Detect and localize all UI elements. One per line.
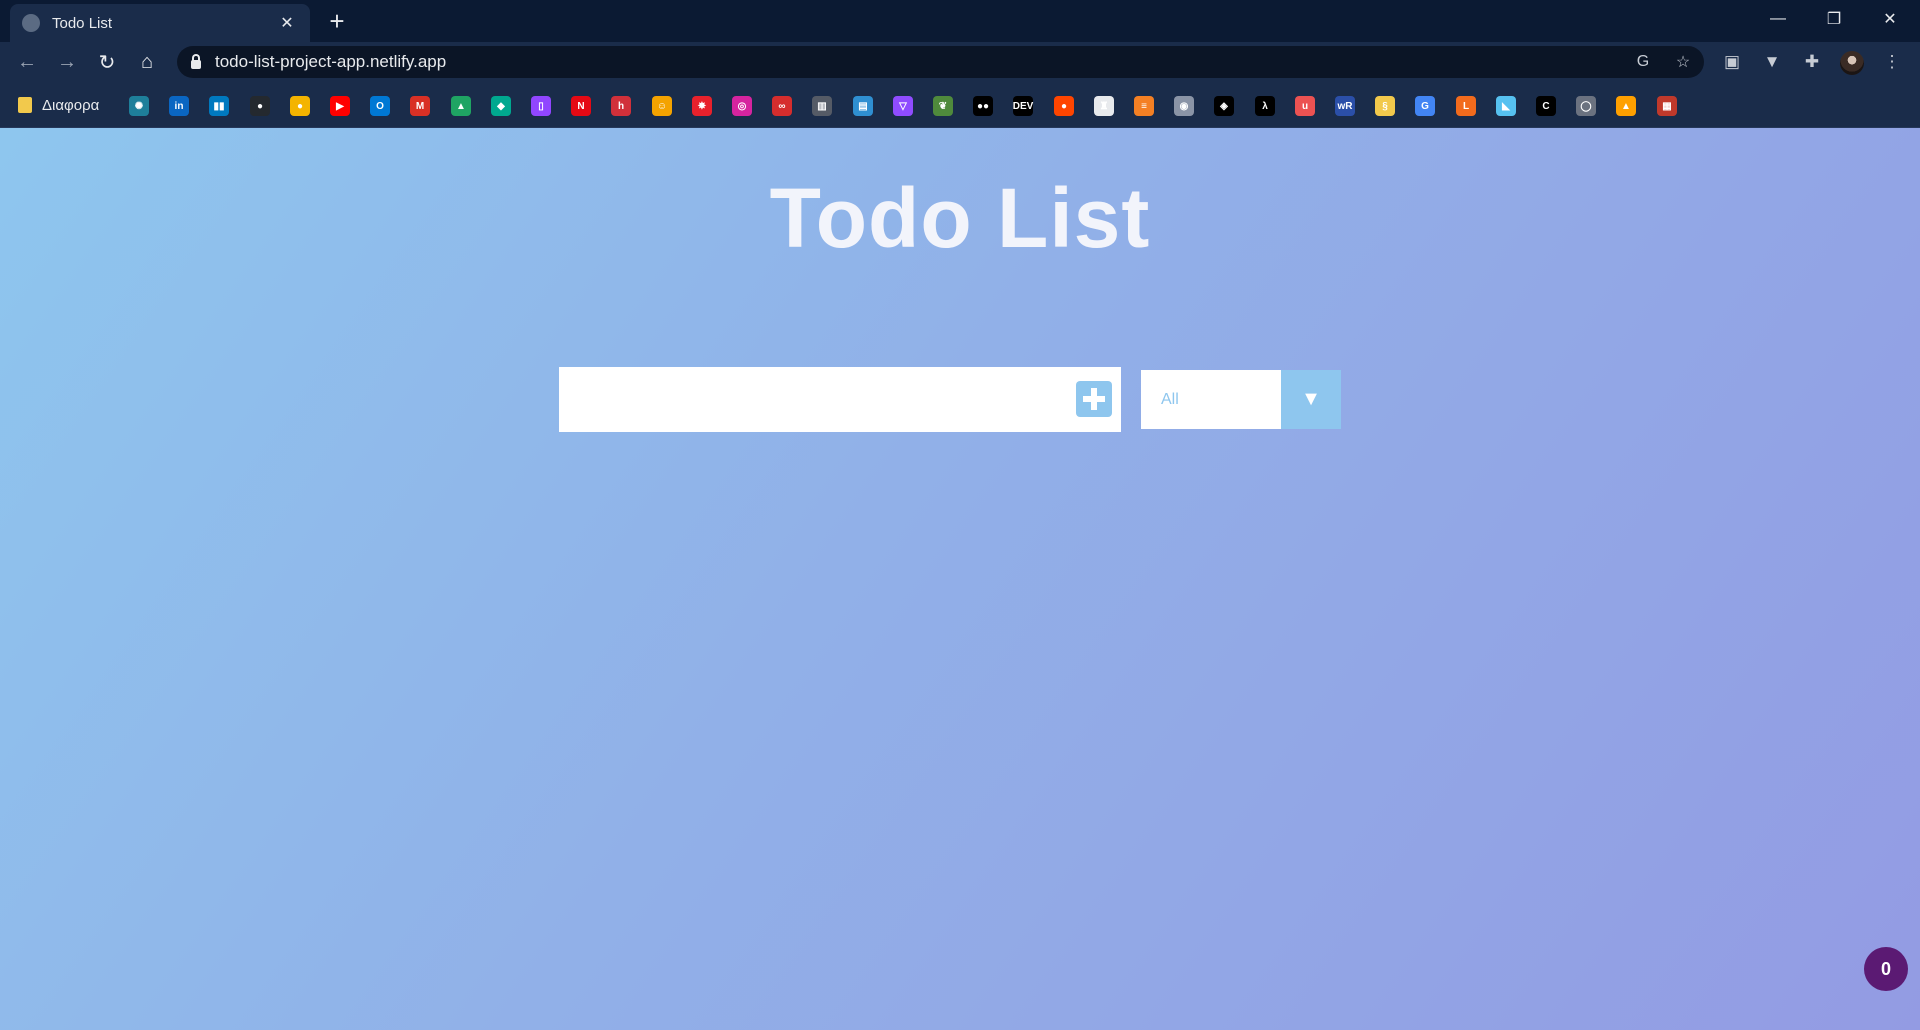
dino-icon[interactable]: ◣	[1496, 96, 1516, 116]
c-icon[interactable]: C	[1536, 96, 1556, 116]
twitch-icon[interactable]: ▯	[531, 96, 551, 116]
minimize-button[interactable]: —	[1750, 0, 1806, 38]
profile-avatar[interactable]	[1840, 51, 1864, 75]
menu-icon[interactable]: ⋮	[1880, 50, 1904, 74]
todo-counter-badge: 0	[1864, 947, 1908, 991]
reading-list-icon[interactable]: ▣	[1720, 50, 1744, 74]
page-title: Todo List	[769, 171, 1151, 265]
gmail-icon[interactable]: M	[410, 96, 430, 116]
folder-icon	[18, 97, 32, 113]
trash-icon[interactable]: ▥	[812, 96, 832, 116]
url-text: todo-list-project-app.netlify.app	[215, 52, 447, 71]
forward-button[interactable]: →	[51, 46, 83, 78]
outlook-icon[interactable]: O	[370, 96, 390, 116]
plus-icon	[1083, 388, 1105, 410]
bookmark-folder[interactable]: Διαφορα	[12, 92, 105, 118]
dev-icon[interactable]: DEV	[1013, 96, 1033, 116]
app-page: Todo List All ▼ 0	[0, 128, 1920, 1030]
cinema-icon[interactable]: ▦	[1657, 96, 1677, 116]
stackoverflow-icon[interactable]: ≡	[1134, 96, 1154, 116]
udemy-icon[interactable]: u	[1295, 96, 1315, 116]
vite-icon[interactable]: ▽	[893, 96, 913, 116]
new-tab-button[interactable]: +	[322, 6, 352, 36]
reload-button[interactable]: ↻	[91, 46, 123, 78]
python-icon[interactable]: §	[1375, 96, 1395, 116]
close-window-button[interactable]: ✕	[1862, 0, 1918, 38]
leaf-icon[interactable]: ❦	[933, 96, 953, 116]
lock-icon[interactable]	[191, 53, 201, 69]
circle-app-icon[interactable]: ◉	[1174, 96, 1194, 116]
close-tab-icon[interactable]: ✕	[276, 12, 298, 34]
restore-button[interactable]: ❐	[1806, 0, 1862, 38]
lambda-icon[interactable]: λ	[1255, 96, 1275, 116]
drive-icon[interactable]: ▲	[451, 96, 471, 116]
browser-toolbar: ← → ↻ ⌂ todo-list-project-app.netlify.ap…	[0, 42, 1920, 82]
browser-tab[interactable]: Todo List ✕	[10, 4, 310, 42]
bookmarks-bar: Διαφορα ✺ in ▮▮ ● ● ▶ O M ▲ ◆ ▯ Nh ☺ ✸ ◎ ∞ ▥ ▤ ▽ ❦ ●● DEV ● ♜ ≡ ◉…	[0, 82, 1920, 128]
bookmark-star-icon[interactable]: ☆	[1671, 50, 1695, 74]
add-todo-button[interactable]	[1076, 381, 1112, 417]
github-icon[interactable]: ●	[250, 96, 270, 116]
home-button[interactable]: ⌂	[131, 46, 163, 78]
filter-selected-value: All	[1161, 390, 1179, 408]
dropdown-arrow-icon[interactable]: ▼	[1281, 370, 1341, 429]
google-translate-icon[interactable]: G	[1415, 96, 1435, 116]
netflix-icon[interactable]: N	[571, 96, 591, 116]
glasses-icon[interactable]: ∞	[772, 96, 792, 116]
hat-icon[interactable]: ♜	[1094, 96, 1114, 116]
openai-icon[interactable]: ✺	[129, 96, 149, 116]
tab-strip: Todo List ✕ + — ❐ ✕	[0, 0, 1920, 42]
linkedin-icon[interactable]: in	[169, 96, 189, 116]
globe-icon	[22, 14, 40, 32]
star-app-icon[interactable]: ✸	[692, 96, 712, 116]
trello-icon[interactable]: ▮▮	[209, 96, 229, 116]
l-icon[interactable]: L	[1456, 96, 1476, 116]
bulb-icon[interactable]: ◯	[1576, 96, 1596, 116]
filter-select[interactable]: All ▼	[1141, 370, 1341, 429]
youtube-icon[interactable]: ▶	[330, 96, 350, 116]
codepen-icon[interactable]: ◈	[1214, 96, 1234, 116]
todo-input[interactable]	[559, 367, 1121, 432]
vue-devtools-icon[interactable]: ▼	[1760, 50, 1784, 74]
diamond-icon[interactable]: ◆	[491, 96, 511, 116]
instagram-icon[interactable]: ◎	[732, 96, 752, 116]
tab-title: Todo List	[52, 14, 113, 32]
back-button[interactable]: ←	[11, 46, 43, 78]
reddit-icon[interactable]: ●	[1054, 96, 1074, 116]
emoji-icon[interactable]: ☺	[652, 96, 672, 116]
translate-icon[interactable]: G	[1631, 50, 1655, 74]
address-bar[interactable]: todo-list-project-app.netlify.app G ☆	[177, 46, 1704, 78]
medium-icon[interactable]: ●●	[973, 96, 993, 116]
wr-icon[interactable]: wR	[1335, 96, 1355, 116]
hackerrank-icon[interactable]: h	[611, 96, 631, 116]
puzzle-icon[interactable]: ✚	[1800, 50, 1824, 74]
bookmark-folder-label: Διαφορα	[42, 96, 100, 114]
firebase-icon[interactable]: ▲	[1616, 96, 1636, 116]
keep-icon[interactable]: ●	[290, 96, 310, 116]
calendar-icon[interactable]: ▤	[853, 96, 873, 116]
